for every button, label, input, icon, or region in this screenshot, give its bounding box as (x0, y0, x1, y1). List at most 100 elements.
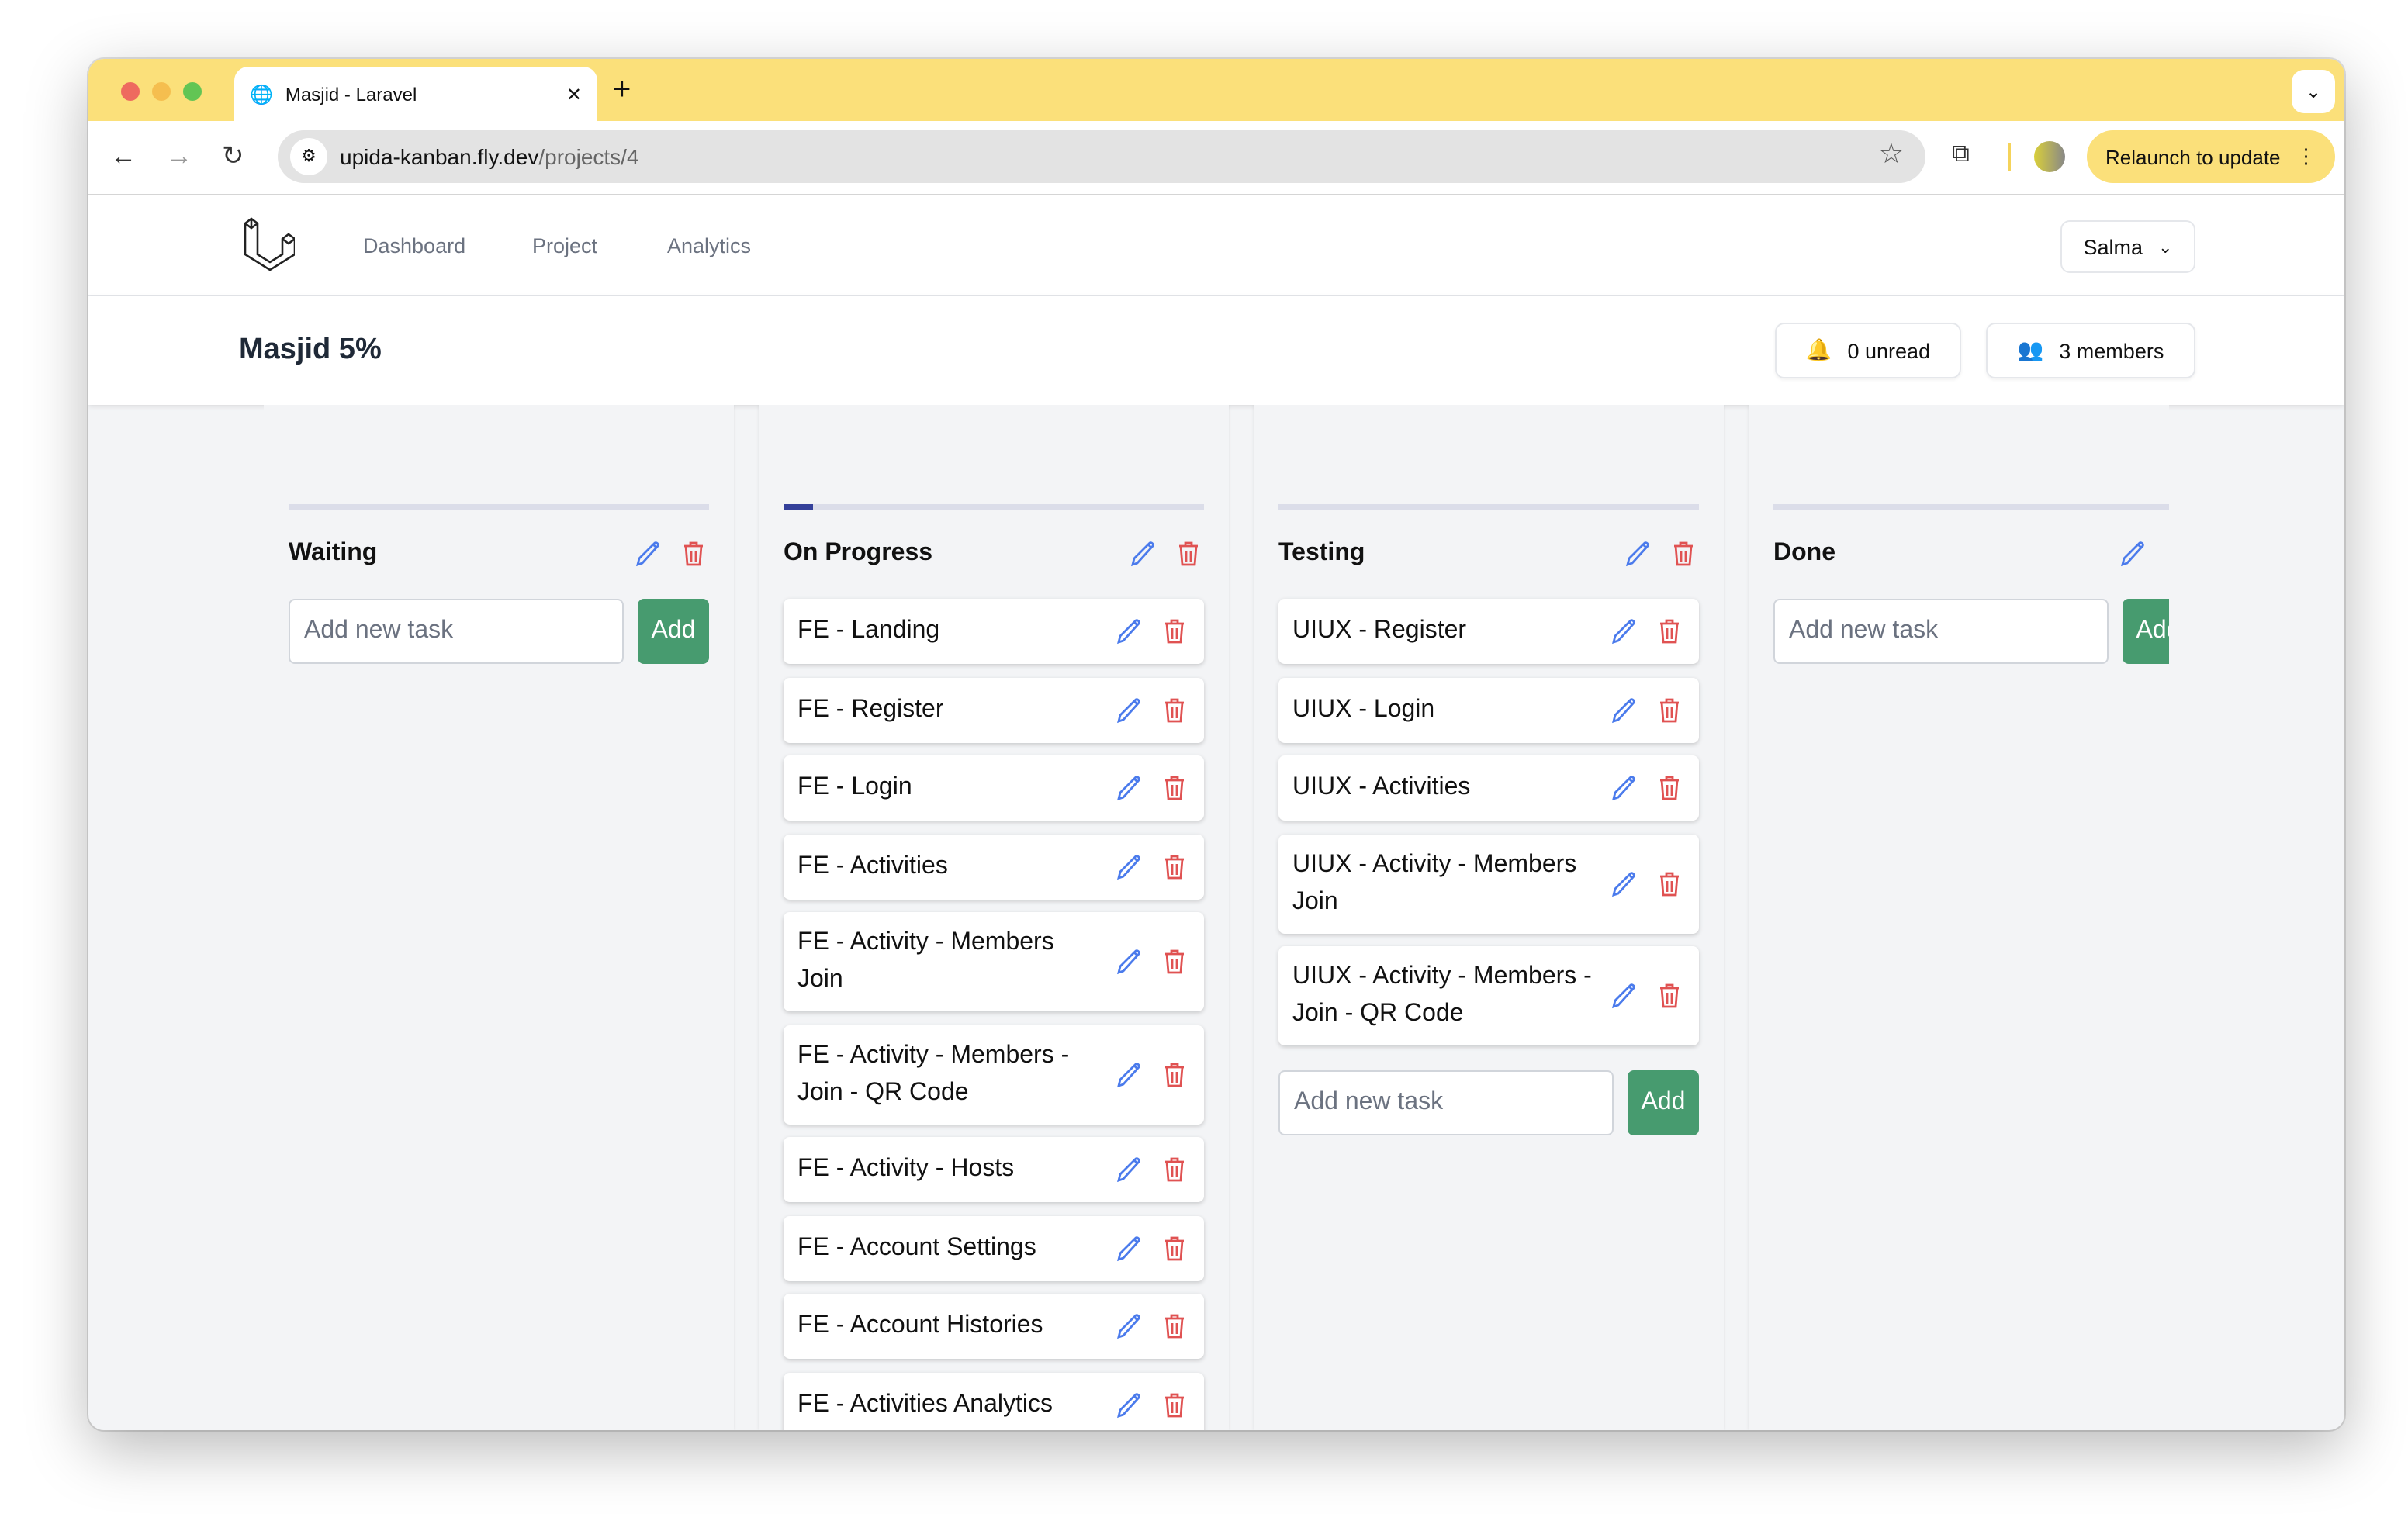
edit-task-pencil-icon[interactable] (1114, 1389, 1145, 1420)
edit-task-pencil-icon[interactable] (1609, 868, 1640, 899)
add-task-input[interactable] (1773, 599, 2109, 664)
nav-analytics[interactable]: Analytics (667, 234, 751, 257)
edit-task-pencil-icon[interactable] (1114, 616, 1145, 647)
task-card[interactable]: FE - Account Histories (784, 1294, 1204, 1359)
column-title: On Progress (784, 540, 933, 566)
progress-bar (1278, 504, 1699, 510)
edit-task-pencil-icon[interactable] (1609, 980, 1640, 1011)
progress-bar (289, 504, 709, 510)
task-card[interactable]: FE - Activities (784, 834, 1204, 899)
more-menu-icon[interactable]: ⋮ (2296, 144, 2316, 169)
delete-column-trash-icon[interactable] (1668, 538, 1699, 569)
task-card[interactable]: FE - Account Settings (784, 1215, 1204, 1280)
add-task-input[interactable] (289, 599, 624, 664)
edit-task-pencil-icon[interactable] (1114, 946, 1145, 977)
edit-task-pencil-icon[interactable] (1114, 1311, 1145, 1342)
address-bar[interactable]: ⚙ upida-kanban.fly.dev/projects/4 ☆ (278, 130, 1925, 183)
delete-task-trash-icon[interactable] (1159, 1311, 1190, 1342)
profile-avatar[interactable] (2034, 141, 2065, 172)
browser-tab[interactable]: 🌐 Masjid - Laravel ✕ (234, 67, 597, 123)
members-button[interactable]: 👥 3 members (1986, 323, 2195, 378)
task-card[interactable]: FE - Activity - Members Join (784, 912, 1204, 1011)
add-task-field[interactable]: Add new task (289, 599, 624, 664)
delete-task-trash-icon[interactable] (1654, 772, 1685, 804)
forward-icon[interactable]: → (166, 141, 192, 172)
edit-task-pencil-icon[interactable] (1114, 1232, 1145, 1263)
reload-icon[interactable]: ↻ (222, 141, 244, 172)
delete-task-trash-icon[interactable] (1159, 851, 1190, 882)
delete-task-trash-icon[interactable] (1654, 616, 1685, 647)
column-on-progress: On Progress FE - Landing FE - Register F… (759, 405, 1229, 1430)
globe-icon: 🌐 (250, 84, 273, 105)
column-title: Waiting (289, 540, 378, 566)
tab-bar: 🌐 Masjid - Laravel ✕ + ⌄ (88, 59, 2344, 123)
task-card[interactable]: FE - Activities Analytics (784, 1372, 1204, 1430)
delete-column-trash-icon[interactable] (2163, 538, 2169, 569)
edit-column-pencil-icon[interactable] (1128, 538, 1159, 569)
new-tab-button[interactable]: + (613, 73, 631, 107)
back-icon[interactable]: ← (110, 141, 137, 172)
delete-task-trash-icon[interactable] (1159, 1154, 1190, 1185)
close-window-button[interactable] (121, 82, 140, 101)
task-card[interactable]: UIUX - Login (1278, 677, 1699, 742)
chevron-down-icon: ⌄ (2158, 238, 2173, 257)
task-card[interactable]: UIUX - Activities (1278, 755, 1699, 821)
close-tab-icon[interactable]: ✕ (566, 84, 582, 105)
maximize-window-button[interactable] (183, 82, 202, 101)
delete-column-trash-icon[interactable] (1173, 538, 1204, 569)
task-card[interactable]: FE - Landing (784, 599, 1204, 664)
edit-task-pencil-icon[interactable] (1114, 1154, 1145, 1185)
add-task-field[interactable]: Add new task (1773, 599, 2109, 664)
task-card[interactable]: FE - Login (784, 755, 1204, 821)
user-menu-button[interactable]: Salma ⌄ (2060, 220, 2195, 273)
edit-column-pencil-icon[interactable] (1623, 538, 1654, 569)
tab-search-button[interactable]: ⌄ (2292, 70, 2335, 113)
edit-task-pencil-icon[interactable] (1114, 851, 1145, 882)
add-task-button[interactable]: Add (638, 599, 709, 664)
delete-task-trash-icon[interactable] (1654, 694, 1685, 725)
nav-dashboard[interactable]: Dashboard (363, 234, 465, 257)
task-card[interactable]: FE - Register (784, 677, 1204, 742)
progress-fill (784, 504, 813, 510)
add-task-field[interactable]: Add new task (1278, 1070, 1614, 1135)
delete-task-trash-icon[interactable] (1654, 868, 1685, 899)
edit-column-pencil-icon[interactable] (633, 538, 664, 569)
delete-task-trash-icon[interactable] (1159, 1232, 1190, 1263)
delete-column-trash-icon[interactable] (678, 538, 709, 569)
delete-task-trash-icon[interactable] (1159, 694, 1190, 725)
delete-task-trash-icon[interactable] (1159, 616, 1190, 647)
notifications-button[interactable]: 🔔 0 unread (1775, 323, 1961, 378)
task-card[interactable]: UIUX - Activity - Members Join (1278, 834, 1699, 933)
bell-icon: 🔔 (1805, 338, 1832, 361)
edit-task-pencil-icon[interactable] (1114, 694, 1145, 725)
edit-task-pencil-icon[interactable] (1609, 616, 1640, 647)
task-card[interactable]: FE - Activity - Members - Join - QR Code (784, 1025, 1204, 1124)
delete-task-trash-icon[interactable] (1159, 1389, 1190, 1420)
edit-column-pencil-icon[interactable] (2118, 538, 2149, 569)
column-done: Done Add new task Add (1749, 405, 2169, 1430)
column-title: Done (1773, 540, 1835, 566)
add-task-button[interactable]: Add (1628, 1070, 1699, 1135)
extensions-icon[interactable]: ⧉ (1952, 141, 1970, 169)
laravel-logo[interactable] (242, 217, 295, 273)
bookmark-star-icon[interactable]: ☆ (1879, 138, 1904, 171)
delete-task-trash-icon[interactable] (1654, 980, 1685, 1011)
delete-task-trash-icon[interactable] (1159, 946, 1190, 977)
add-task-button[interactable]: Add (2123, 599, 2169, 664)
task-card[interactable]: UIUX - Register (1278, 599, 1699, 664)
nav-project[interactable]: Project (532, 234, 597, 257)
delete-task-trash-icon[interactable] (1159, 772, 1190, 804)
edit-task-pencil-icon[interactable] (1114, 1059, 1145, 1090)
task-card[interactable]: FE - Activity - Hosts (784, 1137, 1204, 1202)
add-task-input[interactable] (1278, 1070, 1614, 1135)
project-header: Masjid 5% 🔔 0 unread 👥 3 members (88, 296, 2344, 405)
minimize-window-button[interactable] (152, 82, 171, 101)
site-settings-icon[interactable]: ⚙ (290, 138, 327, 175)
relaunch-button[interactable]: Relaunch to update ⋮ (2087, 130, 2335, 183)
task-card[interactable]: UIUX - Activity - Members - Join - QR Co… (1278, 946, 1699, 1045)
edit-task-pencil-icon[interactable] (1609, 772, 1640, 804)
delete-task-trash-icon[interactable] (1159, 1059, 1190, 1090)
edit-task-pencil-icon[interactable] (1114, 772, 1145, 804)
users-icon: 👥 (2017, 338, 2044, 361)
edit-task-pencil-icon[interactable] (1609, 694, 1640, 725)
